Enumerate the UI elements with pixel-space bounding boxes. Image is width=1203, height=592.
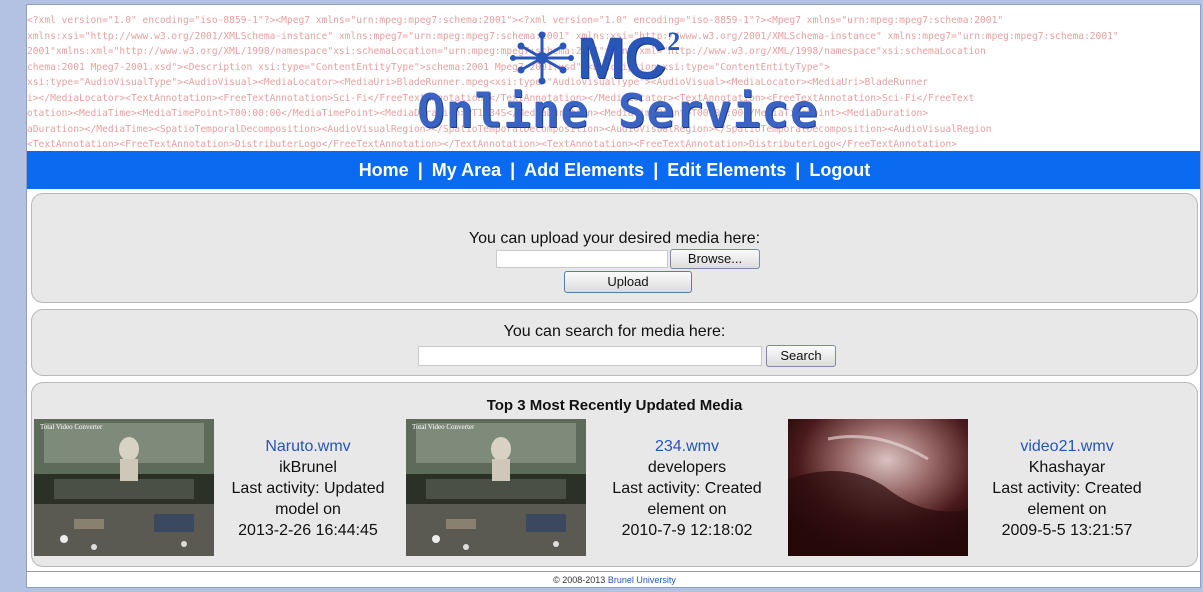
media-activity: Last activity: Created xyxy=(992,480,1142,497)
nav-edit-elements-link[interactable]: Edit Elements xyxy=(667,160,786,181)
logo-service-text: Online Service xyxy=(417,84,819,138)
search-input[interactable] xyxy=(418,346,762,366)
media-user: Khashayar xyxy=(1028,459,1106,476)
main-nav: Home | My Area | Add Elements | Edit Ele… xyxy=(27,151,1200,189)
logo-mc-text: MC xyxy=(577,26,666,91)
search-button[interactable]: Search xyxy=(766,345,836,367)
media-date: 2009-5-5 13:21:57 xyxy=(1001,522,1133,539)
browse-button[interactable]: Browse... xyxy=(670,249,760,269)
media-user: ikBrunel xyxy=(279,459,337,476)
nav-separator: | xyxy=(510,159,516,180)
media-title-link[interactable]: 234.wmv xyxy=(597,436,777,457)
media-info: Naruto.wmv ikBrunel Last activity: Updat… xyxy=(218,436,398,541)
nav-separator: | xyxy=(795,159,801,180)
recent-media-title: Top 3 Most Recently Updated Media xyxy=(486,397,743,414)
upload-panel: You can upload your desired media here: … xyxy=(31,193,1198,303)
nav-logout-link[interactable]: Logout xyxy=(809,160,870,181)
recent-media-panel: Top 3 Most Recently Updated Media Total … xyxy=(31,382,1198,567)
snowflake-logo-icon xyxy=(510,31,574,85)
nav-my-area-link[interactable]: My Area xyxy=(432,160,501,181)
search-panel: You can search for media here: Search xyxy=(31,309,1198,376)
thumb-watermark: Total Video Converter xyxy=(412,423,475,431)
media-thumbnail[interactable] xyxy=(788,419,968,556)
media-thumbnail[interactable]: Total Video Converter xyxy=(406,419,586,556)
media-thumbnail[interactable]: Total Video Converter xyxy=(34,419,214,556)
anime-room-thumbnail: Total Video Converter xyxy=(34,419,214,556)
media-activity: Last activity: Created xyxy=(612,480,762,497)
dark-scene-thumbnail xyxy=(788,419,968,556)
nav-separator: | xyxy=(417,159,423,180)
nav-add-elements-link[interactable]: Add Elements xyxy=(524,160,644,181)
media-activity-detail: element on xyxy=(647,501,727,518)
logo-superscript: 2 xyxy=(667,27,681,56)
media-info: video21.wmv Khashayar Last activity: Cre… xyxy=(977,436,1157,541)
site-logo: MC 2 xyxy=(507,26,681,91)
footer: © 2008-2013 Brunel University xyxy=(27,571,1200,587)
upload-button[interactable]: Upload xyxy=(564,271,692,293)
media-date: 2010-7-9 12:18:02 xyxy=(621,522,753,539)
search-prompt: You can search for media here: xyxy=(503,323,726,340)
header-banner: <?xml version="1.0" encoding="iso-8859-1… xyxy=(27,5,1200,150)
media-user: developers xyxy=(647,459,727,476)
media-title-link[interactable]: Naruto.wmv xyxy=(218,436,398,457)
media-activity: Last activity: Updated xyxy=(231,480,385,497)
page-frame: <?xml version="1.0" encoding="iso-8859-1… xyxy=(26,4,1201,588)
media-info: 234.wmv developers Last activity: Create… xyxy=(597,436,777,541)
media-title-link[interactable]: video21.wmv xyxy=(977,436,1157,457)
nav-separator: | xyxy=(653,159,659,180)
thumb-watermark: Total Video Converter xyxy=(40,423,103,431)
nav-home-link[interactable]: Home xyxy=(359,160,409,181)
file-path-input[interactable] xyxy=(496,250,668,268)
copyright-text: © 2008-2013 xyxy=(553,575,608,585)
university-link[interactable]: Brunel University xyxy=(608,575,676,585)
media-date: 2013-2-26 16:44:45 xyxy=(238,522,378,539)
anime-room-thumbnail: Total Video Converter xyxy=(406,419,586,556)
upload-prompt: You can upload your desired media here: xyxy=(468,230,761,247)
media-activity-detail: model on xyxy=(275,501,341,518)
media-activity-detail: element on xyxy=(1027,501,1107,518)
